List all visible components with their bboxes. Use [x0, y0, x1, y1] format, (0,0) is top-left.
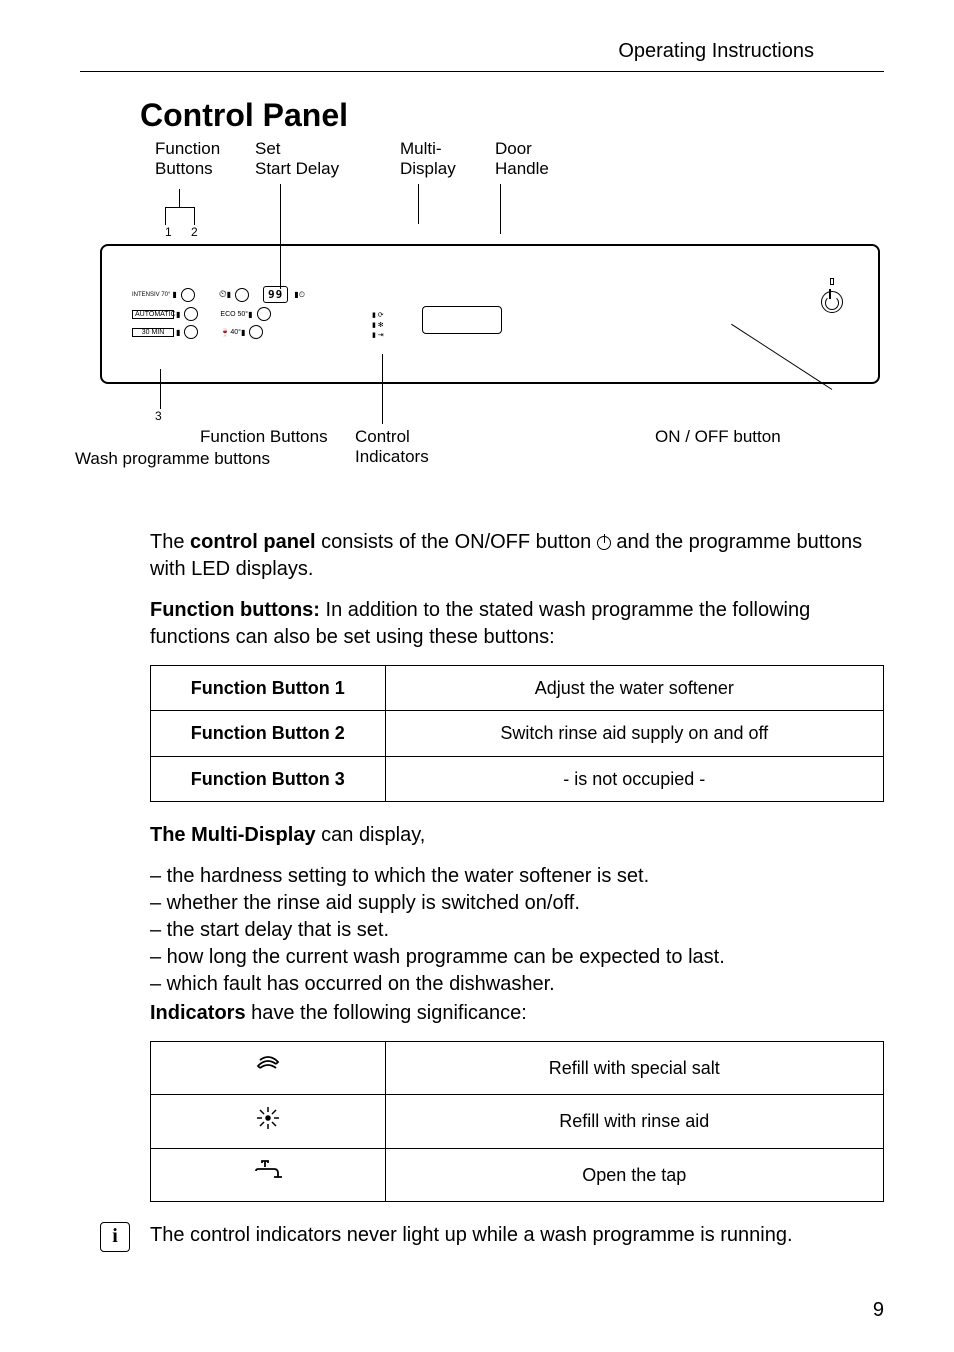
salt-desc: Refill with special salt — [385, 1041, 883, 1094]
list-item: – which fault has occurred on the dishwa… — [150, 971, 884, 998]
table-row: Open the tap — [151, 1149, 884, 1202]
multi-display-heading: The Multi-Display can display, — [150, 822, 884, 849]
tap-icon — [252, 1159, 284, 1183]
tap-icon-cell — [151, 1149, 386, 1202]
rinse-aid-icon — [255, 1105, 281, 1131]
diagram-bracket — [165, 207, 195, 225]
label-num3: 3 — [155, 409, 162, 423]
label-function-buttons-bottom: Function Buttons — [200, 427, 328, 447]
panel-outline: INTENSIV 70°▮ ⏲▮ 99 ▮⏲ AUTOMATIC▮ ECO 50… — [100, 244, 880, 384]
label-control-indicators: Control Indicators — [355, 427, 429, 467]
button-icon — [249, 325, 263, 339]
label-nums-1-2: 1 2 — [165, 225, 206, 239]
button-icon — [181, 288, 195, 302]
table-row: Function Button 2 Switch rinse aid suppl… — [151, 711, 884, 756]
page-header: Operating Instructions — [80, 0, 884, 72]
button-icon — [184, 307, 198, 321]
onoff-button-icon — [821, 291, 843, 313]
rinse-desc: Refill with rinse aid — [385, 1094, 883, 1149]
list-item: – the start delay that is set. — [150, 917, 884, 944]
diagram-line — [418, 184, 419, 224]
paragraph-control-panel: The control panel consists of the ON/OFF… — [150, 529, 884, 583]
label-onoff-button: ON / OFF button — [655, 427, 781, 447]
program-row-3: 30 MIN▮ 🍷40°▮ — [132, 325, 392, 339]
prog-automatic-label: AUTOMATIC — [132, 310, 174, 319]
paragraph-function-buttons: Function buttons: In addition to the sta… — [150, 597, 884, 651]
control-panel-diagram: Function Buttons Set Start Delay Multi- … — [100, 139, 884, 499]
button-icon — [257, 307, 271, 321]
table-row: Function Button 3 - is not occupied - — [151, 756, 884, 801]
func-btn-1-label: Function Button 1 — [151, 666, 386, 711]
label-set-start-delay: Set Start Delay — [255, 139, 339, 179]
prog-eco-label: ECO 50° — [220, 311, 248, 318]
info-text: The control indicators never light up wh… — [150, 1222, 793, 1249]
diagram-line — [500, 184, 501, 234]
page-content: Control Panel Function Buttons Set Start… — [0, 97, 954, 1252]
tap-desc: Open the tap — [385, 1149, 883, 1202]
func-btn-3-desc: - is not occupied - — [385, 756, 883, 801]
table-row: Function Button 1 Adjust the water softe… — [151, 666, 884, 711]
button-icon — [235, 288, 249, 302]
info-section: i The control indicators never light up … — [150, 1222, 884, 1252]
salt-icon — [254, 1052, 282, 1076]
func-btn-3-label: Function Button 3 — [151, 756, 386, 801]
button-icon — [184, 325, 198, 339]
program-row-2: AUTOMATIC▮ ECO 50°▮ — [132, 307, 392, 321]
label-function-buttons: Function Buttons — [155, 139, 220, 179]
indicator-column: ▮ ⟳ ▮ ✻ ▮ ⇥ — [372, 311, 384, 341]
body-text: The control panel consists of the ON/OFF… — [150, 529, 884, 1202]
table-row: Refill with special salt — [151, 1041, 884, 1094]
info-icon: i — [100, 1222, 130, 1252]
func-btn-1-desc: Adjust the water softener — [385, 666, 883, 711]
diagram-line — [160, 369, 161, 409]
list-item: – whether the rinse aid supply is switch… — [150, 890, 884, 917]
prog-30min-label: 30 MIN — [132, 328, 174, 337]
diagram-line — [382, 354, 383, 424]
salt-icon-cell — [151, 1041, 386, 1094]
label-multi-display: Multi- Display — [400, 139, 456, 179]
list-item: – how long the current wash programme ca… — [150, 944, 884, 971]
diagram-line — [179, 189, 180, 207]
function-buttons-table: Function Button 1 Adjust the water softe… — [150, 665, 884, 802]
onoff-led — [830, 278, 834, 285]
list-item: – the hardness setting to which the wate… — [150, 863, 884, 890]
func-btn-2-label: Function Button 2 — [151, 711, 386, 756]
prog-40-label: 40° — [230, 329, 241, 336]
page-number: 9 — [873, 1299, 884, 1322]
table-row: Refill with rinse aid — [151, 1094, 884, 1149]
rinse-icon-cell — [151, 1094, 386, 1149]
main-heading: Control Panel — [140, 97, 884, 134]
segment-display: 99 — [263, 286, 288, 303]
indicators-table: Refill with special salt Refill with rin… — [150, 1041, 884, 1202]
label-door-handle: Door Handle — [495, 139, 549, 179]
door-handle-slot — [422, 306, 502, 334]
panel-controls: INTENSIV 70°▮ ⏲▮ 99 ▮⏲ AUTOMATIC▮ ECO 50… — [132, 286, 392, 343]
prog-intensiv-label: INTENSIV 70° — [132, 292, 170, 298]
program-row-1: INTENSIV 70°▮ ⏲▮ 99 ▮⏲ — [132, 286, 392, 303]
func-btn-2-desc: Switch rinse aid supply on and off — [385, 711, 883, 756]
label-wash-programme-buttons: Wash programme buttons — [75, 449, 270, 469]
indicators-heading: Indicators have the following significan… — [150, 1000, 884, 1027]
header-title: Operating Instructions — [618, 40, 814, 62]
power-icon — [597, 536, 611, 550]
